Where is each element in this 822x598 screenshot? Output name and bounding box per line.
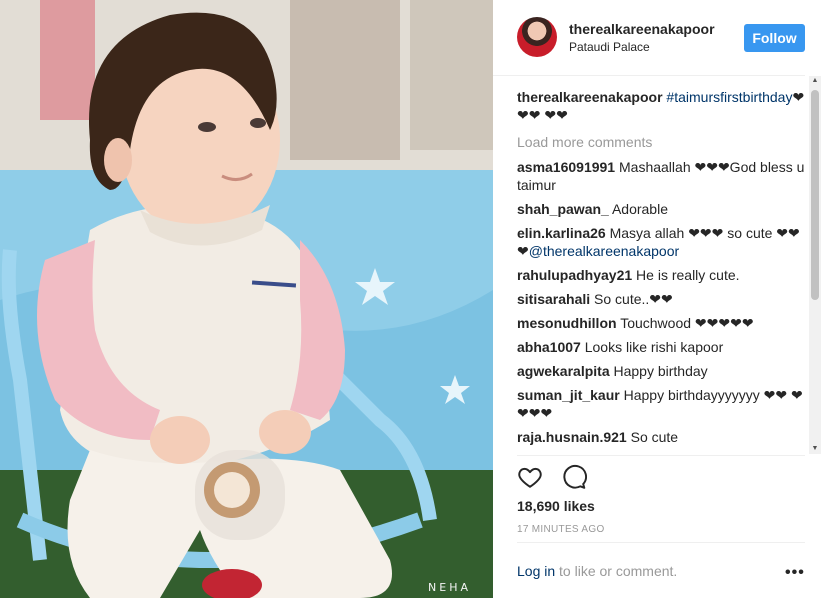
comment-item: shah_pawan_ Adorable — [517, 200, 805, 218]
scroll-down-arrow-icon[interactable]: ▼ — [809, 444, 821, 454]
comment-text: Adorable — [611, 201, 668, 217]
comment-mention[interactable]: @therealkareenakapoor — [529, 243, 679, 259]
post-timestamp: 17 MINUTES AGO — [517, 524, 605, 535]
post-photo: NEHA — [0, 0, 493, 598]
comment-username[interactable]: elin.karlina26 — [517, 225, 606, 241]
comment-text: So cute..❤❤ — [594, 291, 673, 307]
login-prompt: Log in to like or comment. — [517, 563, 677, 579]
comment-item: asma16091991 Mashaallah ❤❤❤God bless u t… — [517, 158, 805, 194]
comment-username[interactable]: agwekaralpita — [517, 363, 610, 379]
header-username[interactable]: therealkareenakapoor — [569, 21, 715, 37]
comment-username[interactable]: abha1007 — [517, 339, 581, 355]
baby-photo-illustration — [0, 0, 493, 598]
likes-count[interactable]: 18,690 likes — [517, 498, 595, 514]
comment-text: He is really cute. — [636, 267, 740, 283]
comment-text: Happy birthday — [613, 363, 708, 379]
comment-item: mesonudhillon Touchwood ❤❤❤❤❤ — [517, 314, 805, 332]
comment-username[interactable]: sitisarahali — [517, 291, 590, 307]
comment-username[interactable]: asma16091991 — [517, 159, 615, 175]
load-more-comments-link[interactable]: Load more comments — [517, 134, 805, 150]
comment-username[interactable]: mesonudhillon — [517, 315, 617, 331]
comment-username[interactable]: suman_jit_kaur — [517, 387, 620, 403]
more-options-icon[interactable]: ••• — [785, 564, 805, 582]
caption-username[interactable]: therealkareenakapoor — [517, 89, 663, 105]
comment-item: agwekaralpita Happy birthday — [517, 362, 805, 380]
login-prompt-text: to like or comment. — [555, 563, 678, 579]
post-header: therealkareenakapoor Pataudi Palace Foll… — [493, 0, 805, 76]
comment-item: rahulupadhyay21 He is really cute. — [517, 266, 805, 284]
comments-scrollbar[interactable]: ▲ ▼ — [809, 76, 821, 454]
comment-item: suman_jit_kaur Happy birthdayyyyyyy ❤❤ ❤… — [517, 386, 805, 422]
comment-username[interactable]: shah_pawan_ — [517, 201, 609, 217]
comment-username[interactable]: raja.husnain.921 — [517, 429, 627, 445]
post-actions — [517, 464, 601, 490]
footer-divider — [517, 542, 805, 543]
post-caption: therealkareenakapoor #taimursfirstbirthd… — [517, 88, 805, 124]
follow-button[interactable]: Follow — [744, 24, 805, 52]
comment-icon[interactable] — [561, 464, 588, 490]
post-side-panel: therealkareenakapoor Pataudi Palace Foll… — [493, 0, 822, 598]
comment-item: raja.husnain.921 So cute — [517, 428, 805, 446]
comment-item: abha1007 Looks like rishi kapoor — [517, 338, 805, 356]
heart-icon[interactable] — [517, 464, 543, 490]
scrollbar-thumb[interactable] — [811, 90, 819, 300]
actions-divider — [517, 455, 805, 456]
comment-item: elin.karlina26 Masya allah ❤❤❤ so cute ❤… — [517, 224, 805, 260]
comment-text: So cute — [630, 429, 679, 445]
caption-hashtag[interactable]: #taimursfirstbirthday — [666, 89, 792, 105]
login-link[interactable]: Log in — [517, 563, 555, 579]
comment-text: Touchwood ❤❤❤❤❤ — [620, 315, 754, 331]
comment-username[interactable]: rahulupadhyay21 — [517, 267, 632, 283]
photo-watermark: NEHA — [428, 581, 471, 594]
comment-text: Looks like rishi kapoor — [584, 339, 724, 355]
header-location[interactable]: Pataudi Palace — [569, 40, 650, 54]
scroll-up-arrow-icon[interactable]: ▲ — [809, 76, 821, 86]
comments-list[interactable]: therealkareenakapoor #taimursfirstbirthd… — [517, 88, 805, 453]
profile-avatar[interactable] — [517, 17, 557, 57]
comment-item: sitisarahali So cute..❤❤ — [517, 290, 805, 308]
